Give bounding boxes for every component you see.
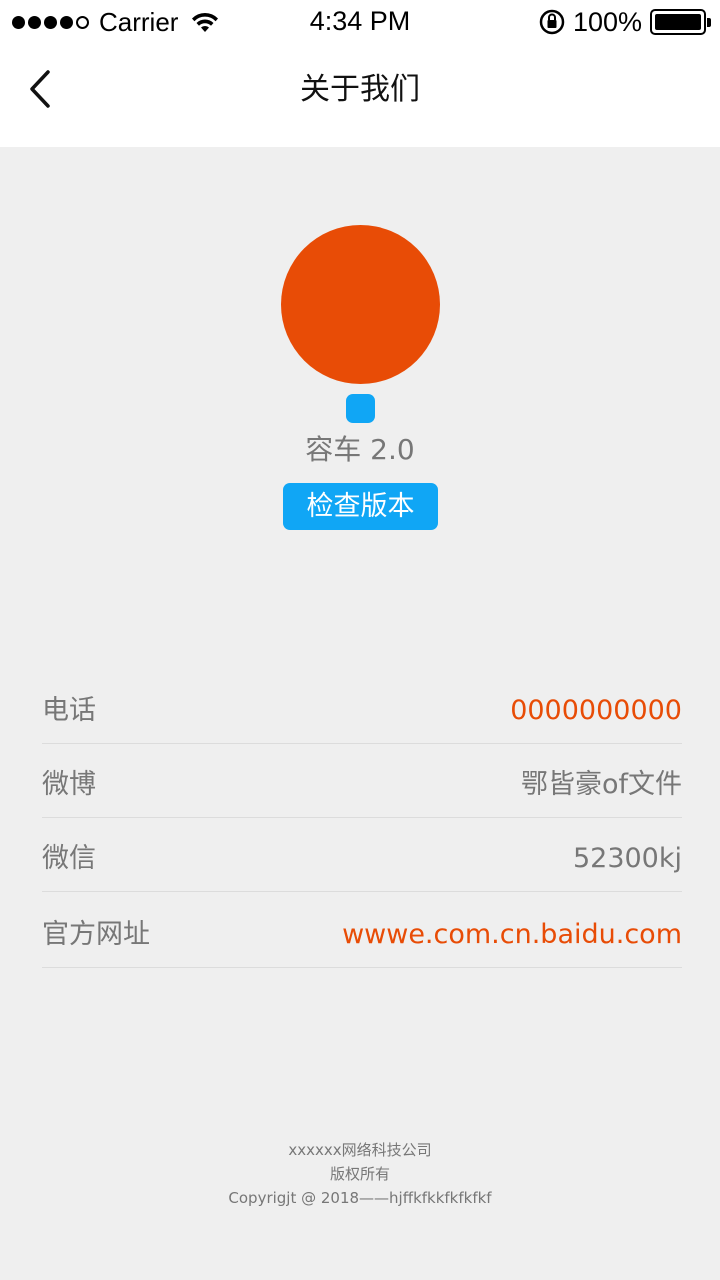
status-bar: Carrier 4:34 PM 100% bbox=[0, 0, 720, 44]
info-row-weibo[interactable]: 微博 鄂皆豪of文件 bbox=[42, 744, 682, 818]
footer: xxxxxx网络科技公司 版权所有 Copyrigjt @ 2018——hjff… bbox=[0, 1138, 720, 1210]
app-logo bbox=[281, 225, 440, 384]
phone-value[interactable]: 0000000000 bbox=[510, 693, 682, 729]
info-label: 电话 bbox=[42, 695, 96, 726]
rotation-lock-icon bbox=[539, 9, 565, 35]
battery-percent: 100% bbox=[572, 6, 642, 37]
navigation-bar: 关于我们 bbox=[0, 44, 720, 147]
app-version: 容车 2.0 bbox=[305, 433, 415, 466]
info-row-phone[interactable]: 电话 0000000000 bbox=[42, 670, 682, 744]
info-row-website[interactable]: 官方网址 wwwe.com.cn.baidu.com bbox=[42, 892, 682, 968]
wechat-value: 52300kj bbox=[572, 843, 682, 874]
page-title: 关于我们 bbox=[300, 72, 420, 107]
footer-copyright: Copyrigjt @ 2018——hjffkfkkfkfkfkf bbox=[228, 1189, 492, 1207]
app-badge-icon bbox=[346, 394, 375, 423]
info-row-wechat[interactable]: 微信 52300kj bbox=[42, 818, 682, 892]
check-version-button[interactable]: 检查版本 bbox=[283, 483, 438, 530]
status-right: 100% bbox=[539, 4, 711, 40]
info-label: 官方网址 bbox=[42, 919, 150, 950]
contact-info-list: 电话 0000000000 微博 鄂皆豪of文件 微信 52300kj 官方网址… bbox=[42, 670, 682, 968]
info-label: 微信 bbox=[42, 843, 96, 874]
footer-rights: 版权所有 bbox=[329, 1165, 390, 1183]
info-label: 微博 bbox=[42, 769, 96, 800]
website-link[interactable]: wwwe.com.cn.baidu.com bbox=[342, 917, 682, 953]
battery-icon bbox=[650, 9, 711, 35]
footer-company: xxxxxx网络科技公司 bbox=[288, 1141, 432, 1159]
weibo-value: 鄂皆豪of文件 bbox=[520, 769, 682, 800]
